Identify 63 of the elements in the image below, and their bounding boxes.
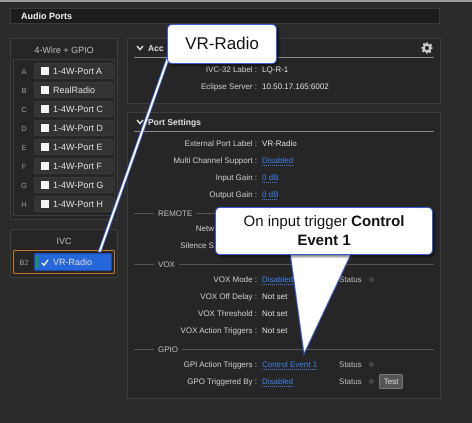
port-button[interactable]: 1-4W-Port D: [34, 120, 113, 136]
field-value: VR-Radio: [262, 139, 298, 148]
field-value: Not set: [262, 326, 288, 335]
value-link[interactable]: Disabled: [262, 377, 336, 386]
port-button[interactable]: 1-4W-Port A: [34, 63, 113, 79]
checkbox[interactable]: [41, 143, 49, 151]
page-title: Audio Ports: [21, 11, 72, 21]
checkbox[interactable]: [41, 162, 49, 170]
checkbox[interactable]: [41, 200, 49, 208]
field-value: 10.50.17.165:6002: [262, 82, 330, 91]
chevron-icon[interactable]: [136, 119, 144, 125]
field-label: Input Gain :: [214, 173, 257, 182]
port-button[interactable]: 1-4W-Port C: [34, 101, 113, 117]
value-link[interactable]: Disabled: [262, 156, 336, 165]
section-title: Acc: [148, 43, 164, 53]
group-title: IVC: [55, 235, 72, 248]
chevron-icon[interactable]: [136, 45, 144, 51]
field-label: IVC-32 Label :: [204, 65, 257, 74]
field-label: Silence S: [179, 241, 214, 250]
field-label: GPO Triggered By :: [186, 377, 257, 386]
field-label: External Port Label :: [184, 139, 257, 148]
port-button[interactable]: 1-4W-Port H: [34, 196, 113, 212]
field-value: LQ-R-1: [262, 65, 290, 74]
checkbox[interactable]: [41, 124, 49, 132]
value-link[interactable]: 0 dB: [262, 173, 336, 182]
checkbox[interactable]: [41, 67, 49, 75]
port-button[interactable]: 1-4W-Port F: [34, 158, 113, 174]
field-label: VOX Mode :: [212, 275, 257, 284]
port-button[interactable]: RealRadio: [34, 82, 113, 98]
status-indicator: [368, 362, 374, 367]
group-heading: GPIO: [158, 344, 178, 354]
status-label: Status: [339, 360, 362, 369]
status-indicator: [368, 277, 374, 282]
field-label: Eclipse Server :: [200, 82, 257, 91]
group-heading: REMOTE: [158, 208, 192, 218]
field-label: Netw: [194, 224, 214, 233]
field-value: Not set: [262, 292, 288, 301]
group-heading: VOX: [158, 260, 175, 268]
value-link[interactable]: Control Event 1: [262, 360, 336, 369]
checkbox[interactable]: [41, 258, 49, 266]
checkbox[interactable]: [41, 105, 49, 113]
section-title: Port Settings: [148, 117, 201, 127]
checkbox[interactable]: [41, 181, 49, 189]
status-label: Status: [339, 275, 362, 284]
field-label: VOX Off Delay :: [199, 292, 257, 301]
settings-icon[interactable]: [421, 42, 433, 54]
field-label: VOX Action Triggers :: [180, 326, 257, 335]
status-label: Status: [339, 377, 362, 386]
field-label: Multi Channel Support :: [172, 156, 257, 165]
group-title: 4-Wire + GPIO: [33, 44, 95, 57]
field-value: Not set: [262, 309, 288, 318]
status-indicator: [368, 379, 374, 384]
port-button[interactable]: 1-4W-Port E: [34, 139, 113, 155]
value-link[interactable]: 0 dB: [262, 190, 336, 199]
field-label: GPI Action Triggers :: [182, 360, 257, 369]
callout: On input trigger Control Event 1: [215, 207, 433, 255]
port-button[interactable]: VR-Radio: [34, 253, 112, 271]
checkbox[interactable]: [41, 86, 49, 94]
test-button[interactable]: Test: [378, 374, 404, 389]
field-label: Output Gain :: [208, 190, 257, 199]
port-button[interactable]: 1-4W-Port G: [34, 177, 113, 193]
field-label: VOX Threshold :: [197, 309, 257, 318]
callout: VR-Radio: [167, 24, 277, 64]
